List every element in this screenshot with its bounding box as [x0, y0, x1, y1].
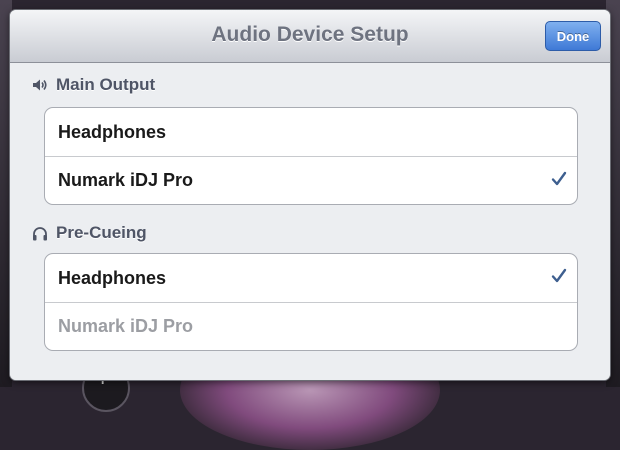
pre-cueing-list: Headphones Numark iDJ Pro — [44, 253, 578, 351]
option-label: Numark iDJ Pro — [58, 316, 194, 336]
section-label: Main Output — [56, 75, 156, 94]
section-label: Pre-Cueing — [56, 223, 147, 242]
dialog-content: Main Output Headphones Numark iDJ Pro Pr… — [10, 63, 610, 380]
pre-cueing-option-numark: Numark iDJ Pro — [45, 302, 577, 350]
checkmark-icon — [551, 171, 567, 186]
main-output-option-headphones[interactable]: Headphones — [45, 108, 577, 156]
dialog-title: Audio Device Setup — [211, 23, 409, 46]
speaker-icon — [33, 79, 47, 91]
done-button[interactable]: Done — [545, 21, 601, 51]
section-header-main-output: Main Output — [32, 75, 155, 95]
dialog-titlebar: Audio Device Setup Done — [10, 10, 610, 63]
main-output-list: Headphones Numark iDJ Pro — [44, 107, 578, 205]
pre-cueing-option-headphones[interactable]: Headphones — [45, 254, 577, 302]
headphones-icon — [33, 226, 47, 240]
option-label: Headphones — [58, 121, 167, 142]
option-label: Headphones — [58, 267, 167, 288]
section-header-pre-cueing: Pre-Cueing — [32, 223, 147, 243]
audio-device-setup-dialog: Audio Device Setup Done Main Output Head… — [10, 10, 610, 380]
option-label: Numark iDJ Pro — [58, 170, 194, 190]
checkmark-icon — [551, 268, 567, 283]
main-output-option-numark[interactable]: Numark iDJ Pro — [45, 156, 577, 204]
